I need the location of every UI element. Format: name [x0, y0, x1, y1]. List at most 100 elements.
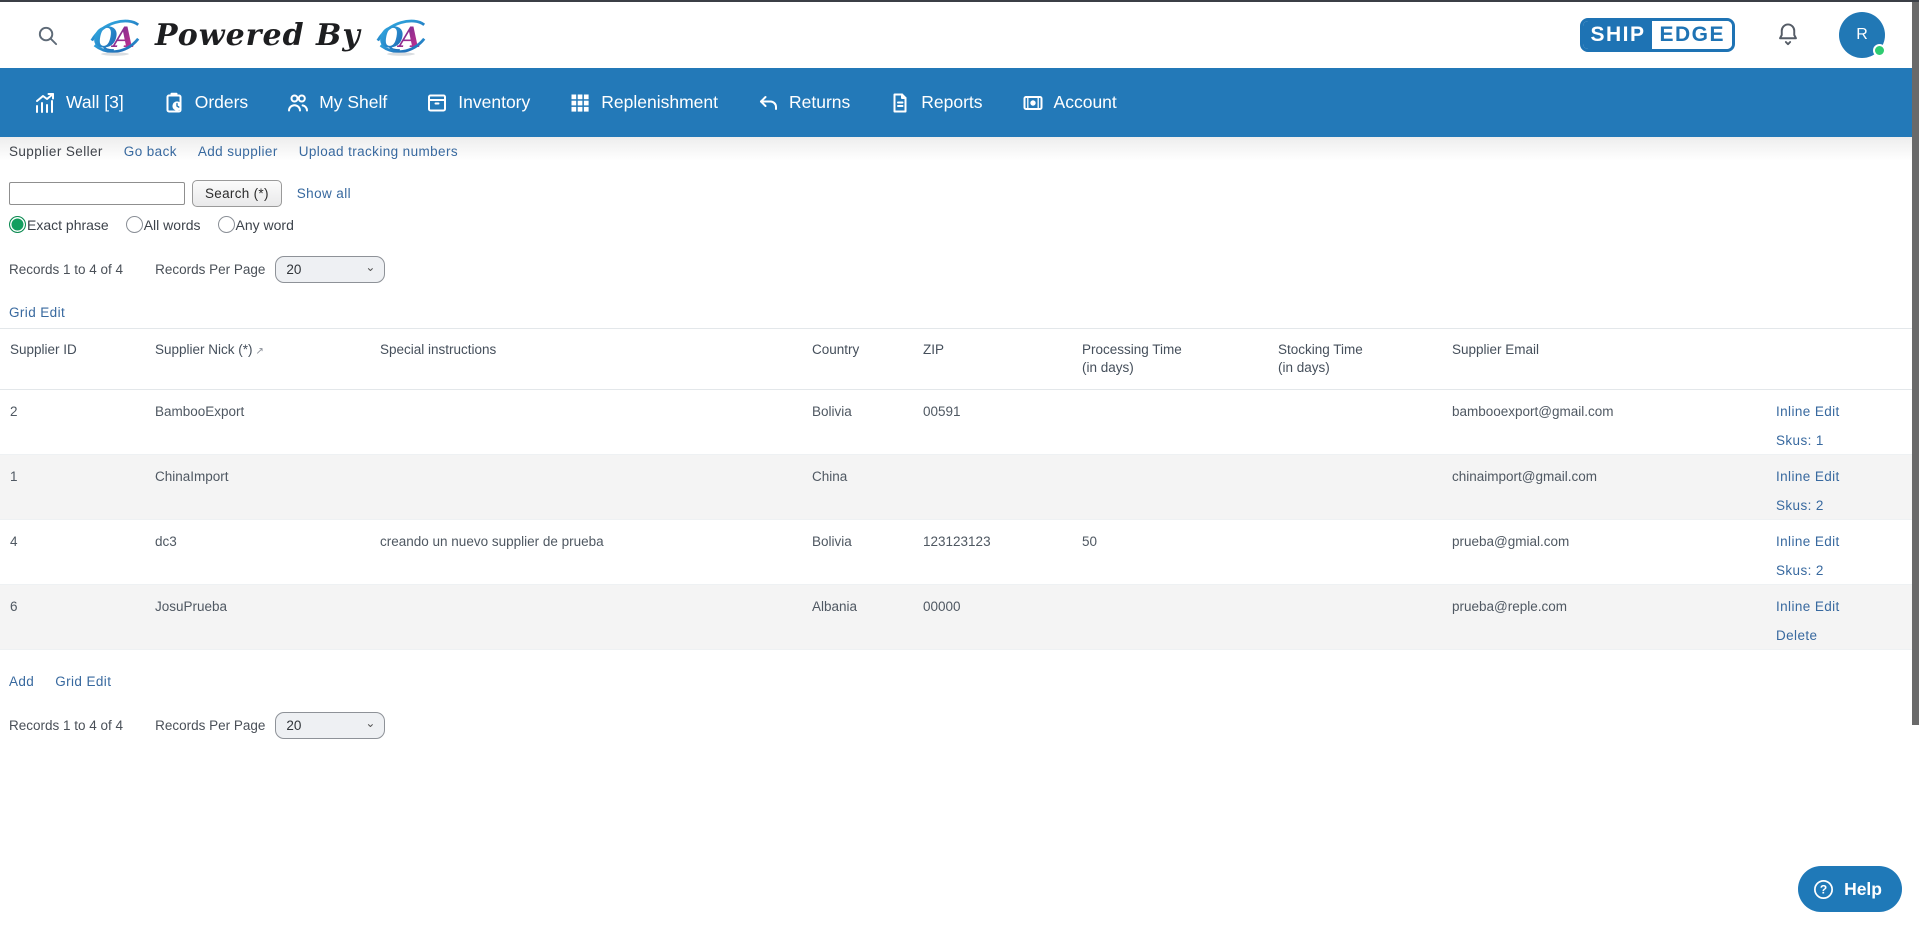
nav-item-label: My Shelf	[319, 92, 387, 113]
supplier-nick-cell: ChinaImport	[155, 455, 380, 519]
inline-edit-link[interactable]: Inline Edit	[1776, 404, 1902, 419]
nav-item-label: Orders	[195, 92, 248, 113]
special-instructions-cell	[380, 585, 812, 649]
radio-circle[interactable]	[9, 216, 26, 233]
search-input[interactable]	[9, 182, 185, 205]
table-row: 4dc3creando un nuevo supplier de pruebaB…	[0, 520, 1912, 585]
supplier-nick-cell: BambooExport	[155, 390, 380, 454]
records-per-page-select[interactable]: 20	[275, 256, 385, 283]
radio-circle[interactable]	[126, 216, 143, 233]
column-header-label: Supplier Email	[1452, 341, 1770, 359]
main-nav: Wall [3] Orders My Shelf Inventory Replenish…	[0, 68, 1919, 137]
country-cell: Bolivia	[812, 520, 923, 584]
column-header-actions	[1776, 329, 1912, 389]
nav-item-label: Returns	[789, 92, 850, 113]
supplier-email-cell: bambooexport@gmail.com	[1452, 390, 1776, 454]
nav-item-wall-3[interactable]: Wall [3]	[33, 91, 124, 115]
stocking-time-cell	[1278, 520, 1452, 584]
skus-link[interactable]: Skus: 2	[1776, 563, 1902, 578]
svg-text:?: ?	[1820, 882, 1827, 896]
row-actions-cell: Inline Edit Skus: 1	[1776, 390, 1912, 454]
table-body: 2BambooExport Bolivia 00591 bambooexport@gm…	[0, 390, 1912, 650]
powered-by-text: Powered By	[151, 18, 365, 53]
radio-circle[interactable]	[218, 216, 235, 233]
records-per-page-select[interactable]: 20	[275, 712, 385, 739]
nav-item-my-shelf[interactable]: My Shelf	[286, 91, 387, 115]
skus-link[interactable]: Skus: 2	[1776, 498, 1902, 513]
column-header-supplier-email: Supplier Email	[1452, 329, 1776, 389]
search-button[interactable]: Search (*)	[192, 180, 282, 207]
inventory-box-icon	[425, 91, 449, 115]
radio-exact-phrase[interactable]: Exact phrase	[9, 216, 109, 233]
records-count: Records 1 to 4 of 4	[9, 718, 123, 733]
column-header-subline: (in days)	[1278, 359, 1446, 377]
supplier-email-cell: prueba@gmial.com	[1452, 520, 1776, 584]
zip-cell: 123123123	[923, 520, 1082, 584]
column-header-country: Country	[812, 329, 923, 389]
radio-label: All words	[144, 217, 201, 233]
supplier-id-cell: 6	[10, 585, 155, 649]
subnav-link-go-back[interactable]: Go back	[124, 144, 177, 159]
column-header-processing-time: Processing Time(in days)	[1082, 329, 1278, 389]
vertical-scrollbar[interactable]	[1912, 2, 1919, 725]
sort-asc-icon[interactable]: ↗	[256, 346, 264, 357]
supplier-email-cell: chinaimport@gmail.com	[1452, 455, 1776, 519]
per-page-label: Records Per Page	[155, 718, 265, 733]
nav-item-reports[interactable]: Reports	[888, 91, 982, 115]
nav-item-orders[interactable]: Orders	[162, 91, 248, 115]
shipedge-logo-edge: EDGE	[1652, 21, 1732, 49]
supplier-id-cell: 4	[10, 520, 155, 584]
show-all-link[interactable]: Show all	[297, 186, 351, 201]
help-button[interactable]: ? Help	[1798, 866, 1902, 912]
radio-any-word[interactable]: Any word	[218, 216, 294, 233]
question-mark-icon: ?	[1812, 878, 1835, 901]
wall-chart-icon	[33, 91, 57, 115]
delete-link[interactable]: Delete	[1776, 628, 1902, 643]
records-count: Records 1 to 4 of 4	[9, 262, 123, 277]
search-row: Search (*) Show all	[9, 180, 1919, 207]
table-header-row: Supplier IDSupplier Nick (*)↗Special ins…	[0, 328, 1912, 390]
page-content: Supplier Seller Go back Add supplier Uploa…	[0, 137, 1919, 739]
nav-item-label: Account	[1054, 92, 1117, 113]
column-header-supplier-nick: Supplier Nick (*)↗	[155, 329, 380, 389]
search-icon[interactable]	[36, 24, 59, 47]
inline-edit-link[interactable]: Inline Edit	[1776, 534, 1902, 549]
nav-item-replenishment[interactable]: Replenishment	[568, 91, 718, 115]
row-actions-cell: Inline Edit Skus: 2	[1776, 520, 1912, 584]
column-header-label: ZIP	[923, 341, 1076, 359]
add-supplier-row-link[interactable]: Add	[9, 674, 34, 689]
table-row: 6JosuPruebaAlbania00000prueba@reple.comI…	[0, 585, 1912, 650]
notifications-bell-icon[interactable]	[1775, 21, 1801, 49]
page-title: Supplier Seller	[9, 144, 103, 159]
stocking-time-cell	[1278, 585, 1452, 649]
avatar-initial: R	[1856, 26, 1868, 44]
subnav-link-upload-tracking-numbers[interactable]: Upload tracking numbers	[299, 144, 458, 159]
nav-item-account[interactable]: Account	[1021, 91, 1117, 115]
column-header-supplier-id: Supplier ID	[10, 329, 155, 389]
table-footer-links: Add Grid Edit	[9, 674, 1919, 689]
online-status-dot	[1873, 44, 1886, 57]
radio-all-words[interactable]: All words	[126, 216, 201, 233]
stocking-time-cell	[1278, 390, 1452, 454]
special-instructions-cell	[380, 390, 812, 454]
zip-cell: 00591	[923, 390, 1082, 454]
nav-item-label: Reports	[921, 92, 982, 113]
inline-edit-link[interactable]: Inline Edit	[1776, 469, 1902, 484]
table-row: 2BambooExportBolivia00591bambooexport@gm…	[0, 390, 1912, 455]
grid-edit-link-bottom[interactable]: Grid Edit	[55, 674, 111, 689]
subnav-link-add-supplier[interactable]: Add supplier	[198, 144, 278, 159]
zip-cell: 00000	[923, 585, 1082, 649]
user-avatar[interactable]: R	[1839, 12, 1885, 58]
grid-edit-link-top[interactable]: Grid Edit	[9, 305, 65, 320]
supplier-nick-cell: JosuPrueba	[155, 585, 380, 649]
supplier-id-cell: 2	[10, 390, 155, 454]
processing-time-cell	[1082, 455, 1278, 519]
nav-item-returns[interactable]: Returns	[756, 91, 850, 115]
returns-undo-icon	[756, 91, 780, 115]
nav-item-inventory[interactable]: Inventory	[425, 91, 530, 115]
nav-item-label: Replenishment	[601, 92, 718, 113]
pagination-top: Records 1 to 4 of 4 Records Per Page 20 …	[9, 256, 1919, 283]
special-instructions-cell: creando un nuevo supplier de prueba	[380, 520, 812, 584]
inline-edit-link[interactable]: Inline Edit	[1776, 599, 1902, 614]
skus-link[interactable]: Skus: 1	[1776, 433, 1902, 448]
